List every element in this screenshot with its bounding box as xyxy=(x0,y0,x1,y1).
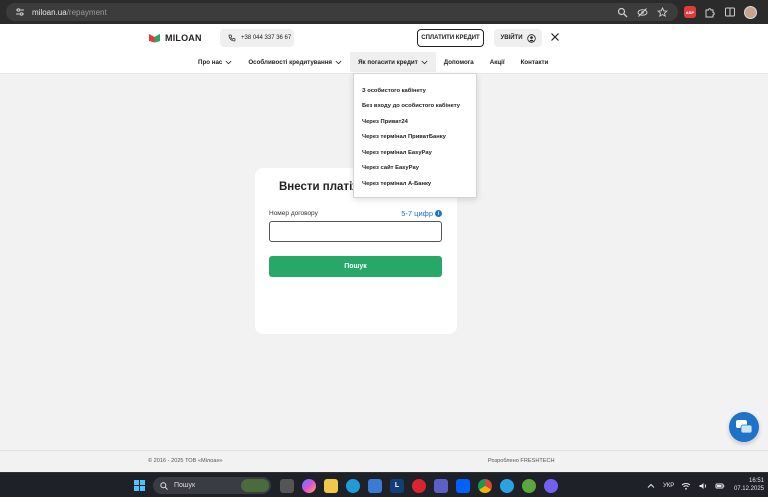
login-label: УВІЙТИ xyxy=(500,35,523,41)
dropdown-item[interactable]: Без входу до особистого кабінету xyxy=(354,99,476,115)
chat-widget-button[interactable] xyxy=(729,412,759,442)
taskbar-search-placeholder: Пошук xyxy=(174,482,196,489)
chat-bubble-icon xyxy=(736,420,753,434)
close-menu-icon[interactable] xyxy=(550,32,560,42)
chevron-down-icon xyxy=(335,60,342,64)
search-icon xyxy=(160,481,168,490)
utorrent-icon[interactable] xyxy=(522,478,536,493)
pay-credit-button[interactable]: СПЛАТИТИ КРЕДИТ xyxy=(417,29,484,47)
nav-item-label: Особливості кредитування xyxy=(248,58,333,66)
user-icon xyxy=(526,33,536,43)
phone-button[interactable]: +38 044 337 36 67 xyxy=(220,29,294,47)
teams-icon[interactable] xyxy=(434,478,448,493)
chevron-up-icon[interactable] xyxy=(646,481,656,491)
logo-mark-icon xyxy=(149,34,160,43)
dropdown-item[interactable]: Через термінал ПриватБанку xyxy=(354,130,476,146)
copyright-text: © 2016 - 2025 ТОВ «Мілоан» xyxy=(148,458,223,464)
system-tray: УКР xyxy=(646,477,725,494)
viber-icon[interactable] xyxy=(544,478,558,493)
site-header: MILOAN +38 044 337 36 67 СПЛАТИТИ КРЕДИТ… xyxy=(0,24,768,74)
chrome-icon[interactable] xyxy=(478,478,492,493)
file-explorer-icon[interactable] xyxy=(324,478,338,493)
zoom-icon[interactable] xyxy=(617,7,628,18)
search-button[interactable]: Пошук xyxy=(269,256,442,277)
dropdown-item[interactable]: Через Приват24 xyxy=(354,114,476,130)
phone-icon xyxy=(228,34,236,42)
payment-title: Внести платіж xyxy=(279,181,361,193)
dropdown-item[interactable]: Через термінал EasyPay xyxy=(354,145,476,161)
nav-item-label: Допомога xyxy=(443,58,474,66)
dropdown-item[interactable]: Через сайт EasyPay xyxy=(354,161,476,177)
contract-label: Номер договору xyxy=(269,210,318,217)
url-path: /repayment xyxy=(66,7,107,17)
contract-hint[interactable]: 5-7 цифр i xyxy=(401,209,442,218)
nav-item-help[interactable]: Допомога xyxy=(436,52,482,72)
bookmark-star-icon[interactable] xyxy=(657,6,668,18)
info-icon[interactable]: i xyxy=(435,210,442,217)
clock-time: 16:51 xyxy=(748,478,764,484)
adblock-extension-icon[interactable]: ABP xyxy=(684,6,696,18)
language-indicator[interactable]: УКР xyxy=(663,483,674,489)
copilot-icon[interactable] xyxy=(302,478,316,493)
dropbox-icon[interactable] xyxy=(456,478,470,493)
phone-number: +38 044 337 36 67 xyxy=(241,35,292,41)
battery-icon[interactable] xyxy=(715,481,725,491)
main-nav: Про нас Особливості кредитування Як пога… xyxy=(0,52,768,72)
developer-credit-link[interactable]: Розроблено FRESHTECH xyxy=(488,458,555,464)
nav-item-about[interactable]: Про нас xyxy=(190,52,240,72)
nav-item-repay-credit[interactable]: Як погасити кредит xyxy=(350,52,436,72)
l-app-icon[interactable]: L xyxy=(390,478,404,493)
windows-start-icon[interactable] xyxy=(134,480,145,491)
chevron-down-icon xyxy=(421,60,428,64)
split-view-icon[interactable] xyxy=(724,6,736,18)
wifi-icon[interactable] xyxy=(681,481,691,491)
opera-icon[interactable] xyxy=(412,478,426,493)
clock-date: 07.12.2025 xyxy=(733,486,764,492)
address-bar[interactable]: miloan.ua/repayment xyxy=(6,3,678,21)
nav-item-label: Контакти xyxy=(520,58,549,66)
url-domain: miloan.ua xyxy=(32,7,67,17)
nav-item-contacts[interactable]: Контакти xyxy=(513,52,557,72)
taskbar-clock[interactable]: 16:51 07.12.2025 xyxy=(726,477,764,493)
nav-item-promotions[interactable]: Акції xyxy=(482,52,513,72)
site-info-icon[interactable] xyxy=(14,6,26,18)
nav-item-label: Як погасити кредит xyxy=(358,58,418,66)
login-button[interactable]: УВІЙТИ xyxy=(494,29,542,47)
store-icon[interactable] xyxy=(368,478,382,493)
logo-text: MILOAN xyxy=(165,32,202,43)
edge-browser-icon[interactable] xyxy=(346,478,360,493)
extensions-puzzle-icon[interactable] xyxy=(704,6,716,18)
browser-toolbar: miloan.ua/repayment ABP ⋮ xyxy=(0,0,768,24)
hint-text: 5-7 цифр xyxy=(401,209,433,218)
dropdown-item[interactable]: З особистого кабінету xyxy=(354,83,476,99)
search-highlight-image xyxy=(241,479,269,492)
logo[interactable]: MILOAN xyxy=(148,32,202,43)
dropdown-item[interactable]: Через термінал А-Банку xyxy=(354,176,476,192)
repay-dropdown-menu: З особистого кабінету Без входу до особи… xyxy=(353,73,477,198)
eye-off-icon[interactable] xyxy=(637,7,648,18)
nav-item-label: Акції xyxy=(489,58,505,66)
volume-icon[interactable] xyxy=(698,481,708,491)
chevron-down-icon xyxy=(225,60,232,64)
contract-number-input[interactable] xyxy=(269,221,442,242)
profile-avatar[interactable] xyxy=(744,5,757,19)
taskbar: Пошук L УКР 16:51 07.12.2025 xyxy=(0,472,768,497)
site-footer: © 2016 - 2025 ТОВ «Мілоан» Розроблено FR… xyxy=(0,450,768,472)
telegram-icon[interactable] xyxy=(500,478,514,493)
taskbar-search[interactable]: Пошук xyxy=(153,477,271,494)
task-view-icon[interactable] xyxy=(280,478,294,493)
nav-item-label: Про нас xyxy=(198,58,223,66)
nav-item-credit-features[interactable]: Особливості кредитування xyxy=(240,52,350,72)
